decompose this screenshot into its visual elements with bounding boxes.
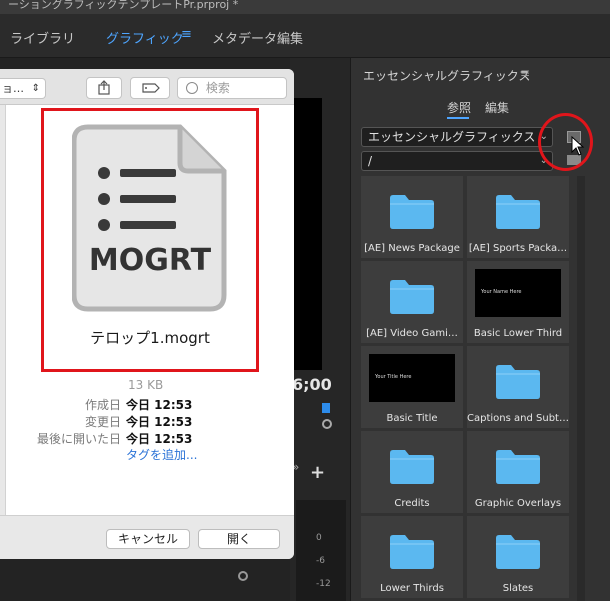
open-button[interactable]: 開く <box>198 529 280 549</box>
folder-icon <box>496 195 540 229</box>
created-label: 作成日 <box>85 398 122 412</box>
template-item-label: Slates <box>502 583 534 594</box>
panel-menu-icon[interactable]: ≡ <box>520 66 530 80</box>
folder-icon <box>496 535 540 569</box>
template-item-label: Basic Title <box>386 413 438 424</box>
last-opened-value: 今日 12:53 <box>126 432 193 446</box>
search-placeholder: 検索 <box>205 81 230 95</box>
dialog-footer: キャンセル 開く <box>0 515 294 559</box>
template-item[interactable]: Your Title Here Basic Title <box>361 346 463 428</box>
template-grid: [AE] News Package [AE] Sports Packa… [AE] … <box>361 176 573 601</box>
template-thumbnail: Your Name Here <box>475 269 561 317</box>
modified-label: 変更日 <box>85 415 122 429</box>
template-item-label: Credits <box>394 498 430 509</box>
audio-scale-12: -12 <box>316 579 331 589</box>
playhead-marker[interactable] <box>322 403 330 413</box>
file-list-column[interactable] <box>0 105 6 515</box>
slider-knob[interactable] <box>238 571 248 581</box>
workspace-tab-library[interactable]: ライブラリ <box>10 28 75 47</box>
template-item-label: [AE] News Package <box>364 243 460 254</box>
path-dropdown-value: / <box>368 154 373 168</box>
template-item[interactable]: Lower Thirds <box>361 516 463 598</box>
folder-icon <box>390 280 434 314</box>
tab-edit[interactable]: 編集 <box>485 99 509 116</box>
open-file-dialog: ョ… ⇕ 検索 MOGRT テロップ1.mogrt 13 KB 作成日 今日 1… <box>0 69 294 559</box>
folder-icon <box>496 365 540 399</box>
search-icon <box>186 82 198 94</box>
audio-scale-0: 0 <box>316 533 322 543</box>
template-item[interactable]: [AE] Sports Packa… <box>467 176 569 258</box>
template-item-label: [AE] Video Gami… <box>366 328 458 339</box>
tag-icon <box>142 83 160 93</box>
jog-circle-icon[interactable] <box>322 419 332 429</box>
folder-icon <box>496 450 540 484</box>
template-item[interactable]: Your Name Here Basic Lower Third <box>467 261 569 343</box>
location-popup-label: ョ… <box>2 82 24 95</box>
mouse-cursor-icon <box>571 136 585 156</box>
tab-browse[interactable]: 参照 <box>447 99 471 116</box>
template-item-label: Graphic Overlays <box>474 498 562 509</box>
tags-button[interactable] <box>130 77 170 99</box>
template-item[interactable]: Credits <box>361 431 463 513</box>
add-tag-link[interactable]: タグを追加... <box>126 446 197 463</box>
mogrt-file-icon <box>72 124 227 312</box>
essential-graphics-panel: エッセンシャルグラフィックス ≡ 参照 編集 エッセンシャルグラフィックス ⌄ … <box>350 58 610 601</box>
path-dropdown[interactable]: / ⌄ <box>361 151 553 171</box>
file-size: 13 KB <box>128 378 164 392</box>
template-item[interactable]: Captions and Subt… <box>467 346 569 428</box>
file-preview: MOGRT テロップ1.mogrt <box>41 108 259 372</box>
panel-scrollbar[interactable] <box>577 176 585 601</box>
location-popup[interactable]: ョ… ⇕ <box>0 78 46 99</box>
modified-value: 今日 12:53 <box>126 415 193 429</box>
add-button-icon[interactable]: + <box>310 462 325 483</box>
thumbnail-text: Your Title Here <box>375 374 412 380</box>
folder-icon <box>390 195 434 229</box>
template-item[interactable]: Graphic Overlays <box>467 431 569 513</box>
source-dropdown-value: エッセンシャルグラフィックス <box>368 130 536 144</box>
source-dropdown[interactable]: エッセンシャルグラフィックス ⌄ <box>361 127 553 147</box>
last-opened-label: 最後に開いた日 <box>37 432 122 446</box>
chevron-updown-icon: ⇕ <box>31 83 40 94</box>
template-item-label: Basic Lower Third <box>473 328 563 339</box>
template-item[interactable]: [AE] News Package <box>361 176 463 258</box>
dialog-toolbar: ョ… ⇕ 検索 <box>0 69 294 105</box>
share-icon <box>98 80 110 95</box>
workspace-menu-icon[interactable]: ≡ <box>181 27 192 42</box>
program-monitor-video <box>292 98 322 370</box>
template-item-label: Captions and Subt… <box>467 413 569 424</box>
active-tab-indicator <box>447 117 469 119</box>
premiere-window: ーショングラフィックテンプレートPr.prproj * ライブラリ グラフィック… <box>0 0 610 601</box>
preview-file-name: テロップ1.mogrt <box>90 329 210 347</box>
window-title: ーショングラフィックテンプレートPr.prproj * <box>0 0 610 14</box>
audio-scale-6: -6 <box>316 556 325 566</box>
workspace-bar: ライブラリ グラフィック ≡ メタデータ編集 <box>0 14 610 58</box>
template-thumbnail: Your Title Here <box>369 354 455 402</box>
workspace-tab-graphics[interactable]: グラフィック <box>106 28 184 47</box>
share-button[interactable] <box>86 77 122 99</box>
mogrt-icon-label: MOGRT <box>88 243 212 278</box>
folder-icon <box>390 450 434 484</box>
template-item-label: [AE] Sports Packa… <box>468 243 568 254</box>
template-item[interactable]: [AE] Video Gami… <box>361 261 463 343</box>
folder-icon <box>390 535 434 569</box>
template-item[interactable]: Slates <box>467 516 569 598</box>
search-field[interactable]: 検索 <box>177 77 287 99</box>
created-value: 今日 12:53 <box>126 398 193 412</box>
thumbnail-text: Your Name Here <box>481 289 522 295</box>
program-timecode: 6;00 <box>292 375 332 394</box>
panel-title: エッセンシャルグラフィックス <box>363 69 531 83</box>
cancel-button[interactable]: キャンセル <box>106 529 190 549</box>
template-item-label: Lower Thirds <box>380 583 444 594</box>
workspace-tab-metadata[interactable]: メタデータ編集 <box>212 28 303 47</box>
